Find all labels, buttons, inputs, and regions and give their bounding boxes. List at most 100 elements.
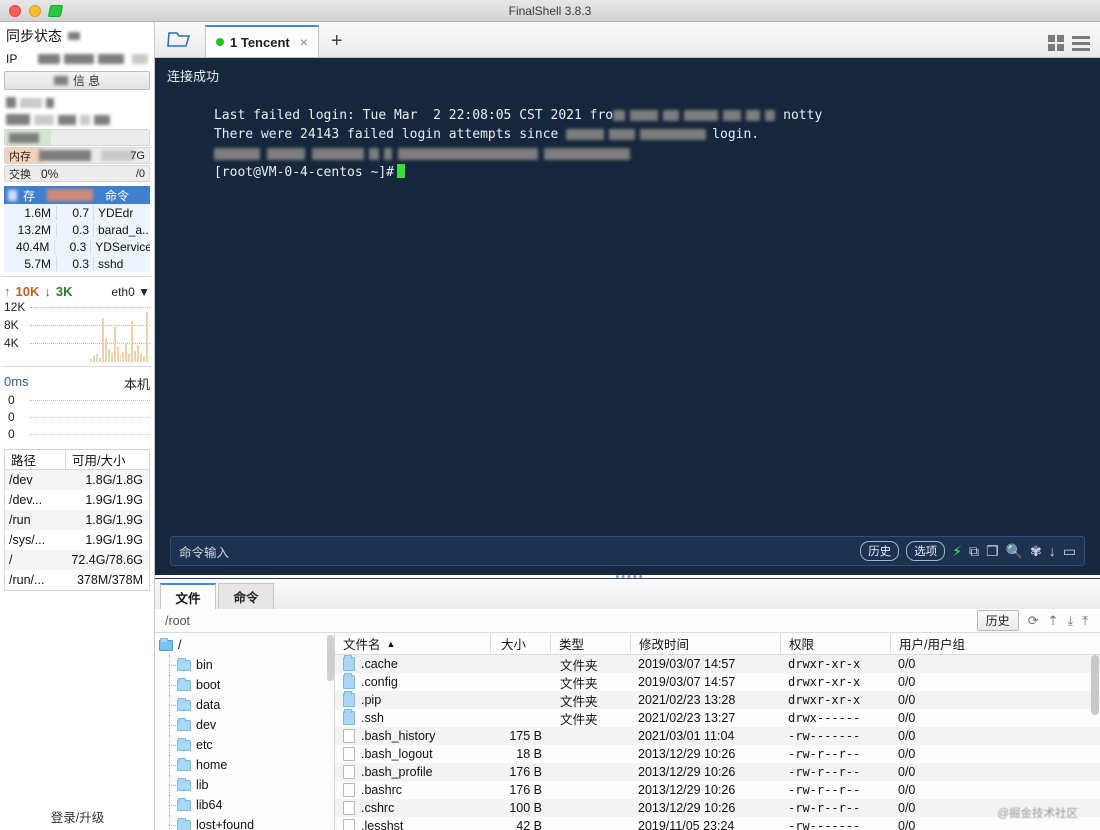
new-tab-button[interactable]: + (319, 30, 355, 57)
tree-node-lib[interactable]: lib (155, 775, 334, 795)
folder-icon (177, 697, 191, 711)
tree-node-etc[interactable]: etc (155, 735, 334, 755)
disk-row[interactable]: /dev... 1.9G/1.9G (5, 490, 149, 510)
search-icon[interactable]: 🔍 (1006, 544, 1023, 558)
trust-info-button[interactable]: 信 息 (4, 71, 150, 90)
hamburger-menu-icon[interactable] (1072, 35, 1090, 51)
window-title: FinalShell 3.8.3 (508, 3, 592, 18)
tree-node-lib64[interactable]: lib64 (155, 795, 334, 815)
process-row[interactable]: 13.2M 0.3 barad_a.. (4, 221, 150, 238)
column-header-mtime[interactable]: 修改时间 (630, 634, 780, 653)
redacted-ip-4 (132, 53, 148, 64)
file-row[interactable]: .bash_profile 176 B 2013/12/29 10:26 -rw… (335, 763, 1100, 781)
file-size: 176 B (509, 765, 542, 779)
process-cmd: sshd (98, 256, 124, 271)
tab-1-tencent[interactable]: 1 Tencent × (205, 25, 319, 57)
file-icon (343, 747, 355, 761)
download-icon[interactable]: ↓ (1049, 544, 1056, 558)
upload-icon[interactable]: ⤒ (1082, 613, 1088, 629)
window-icon[interactable]: ▭ (1063, 544, 1076, 558)
paste-icon[interactable]: ❐ (986, 544, 999, 558)
parent-directory-icon[interactable]: ⇡ (1048, 613, 1059, 629)
disk-usage: 1.8G/1.9G (85, 513, 143, 527)
column-header-perm[interactable]: 权限 (780, 634, 890, 653)
disk-row[interactable]: / 72.4G/78.6G (5, 550, 149, 570)
tree-node-data[interactable]: data (155, 695, 334, 715)
file-owner: 0/0 (898, 765, 916, 779)
file-mtime: 2021/03/01 11:04 (638, 729, 735, 743)
disk-row[interactable]: /sys/... 1.9G/1.9G (5, 530, 149, 550)
cpu-meter-label (9, 132, 39, 144)
tree-node-home[interactable]: home (155, 755, 334, 775)
path-bar[interactable]: /root 历史 ⟳ ⇡ ⤓ ⤒ (155, 609, 1100, 633)
file-perm: -rw-r--r-- (788, 783, 861, 797)
ip-label: IP (6, 51, 18, 66)
file-row[interactable]: .bash_history 175 B 2021/03/01 11:04 -rw… (335, 727, 1100, 745)
tab-commands[interactable]: 命令 (218, 583, 274, 609)
tree-node-boot[interactable]: boot (155, 675, 334, 695)
file-row[interactable]: .bash_logout 18 B 2013/12/29 10:26 -rw-r… (335, 745, 1100, 763)
redacted-ip-2 (64, 53, 94, 64)
tab-files[interactable]: 文件 (160, 583, 216, 609)
network-interface-select[interactable]: eth0 ▼ (111, 285, 150, 299)
file-list-scrollbar[interactable] (1091, 655, 1099, 715)
refresh-icon[interactable]: ⟳ (1028, 613, 1039, 629)
file-row[interactable]: .config 文件夹 2019/03/07 14:57 drwxr-xr-x … (335, 673, 1100, 691)
file-mtime: 2019/11/05 23:24 (638, 819, 735, 830)
command-input-bar[interactable]: 命令输入 历史 选项 ⚡ ⧉ ❐ 🔍 ✾ ↓ ▭ (170, 536, 1085, 566)
tree-scrollbar[interactable] (327, 635, 334, 681)
folder-icon (343, 655, 355, 671)
copy-icon[interactable]: ⧉ (969, 544, 979, 558)
open-folder-icon[interactable] (155, 21, 205, 57)
bolt-icon[interactable]: ⚡ (952, 544, 962, 558)
redacted-a (6, 97, 16, 108)
tree-node-dev[interactable]: dev (155, 715, 334, 735)
file-type: 文件夹 (560, 694, 598, 709)
history-button[interactable]: 历史 (860, 541, 900, 561)
disk-row[interactable]: /run/... 378M/378M (5, 570, 149, 590)
disk-path: / (9, 553, 13, 567)
disk-row[interactable]: /dev 1.8G/1.8G (5, 470, 149, 490)
download-icon[interactable]: ⤓ (1068, 613, 1074, 629)
file-history-button[interactable]: 历史 (976, 610, 1019, 631)
file-row[interactable]: .lesshst 42 B 2019/11/05 23:24 -rw------… (335, 817, 1100, 830)
column-header-name[interactable]: 文件名 ▲ (335, 634, 490, 653)
sync-status-section: 同步状态 (0, 22, 154, 50)
file-row[interactable]: .bashrc 176 B 2013/12/29 10:26 -rw-r--r-… (335, 781, 1100, 799)
process-row[interactable]: 5.7M 0.3 sshd (4, 255, 150, 272)
tree-node-label: / (178, 638, 182, 652)
process-mem: 1.6M (24, 205, 51, 220)
file-row[interactable]: .pip 文件夹 2021/02/23 13:28 drwxr-xr-x 0/0 (335, 691, 1100, 709)
process-row[interactable]: 40.4M 0.3 YDService (4, 238, 150, 255)
close-icon[interactable]: × (300, 34, 308, 50)
file-row[interactable]: .cshrc 100 B 2013/12/29 10:26 -rw-r--r--… (335, 799, 1100, 817)
tree-node-bin[interactable]: bin (155, 655, 334, 675)
column-header-size[interactable]: 大小 (490, 634, 550, 653)
folder-icon (177, 717, 191, 731)
options-button[interactable]: 选项 (906, 541, 946, 561)
grid-view-icon[interactable] (1048, 35, 1064, 51)
file-mtime: 2021/02/23 13:27 (638, 711, 736, 725)
file-name: .config (361, 675, 398, 689)
terminal-output[interactable]: 连接成功 Last failed login: Tue Mar 2 22:08:… (155, 58, 1100, 575)
file-mtime: 2019/03/07 14:57 (638, 675, 736, 689)
file-row[interactable]: .cache 文件夹 2019/03/07 14:57 drwxr-xr-x 0… (335, 655, 1100, 673)
file-name: .bash_logout (361, 747, 433, 761)
process-row[interactable]: 1.6M 0.7 YDEdr (4, 204, 150, 221)
disk-row[interactable]: /run 1.8G/1.9G (5, 510, 149, 530)
column-header-type[interactable]: 类型 (550, 634, 630, 653)
lat-y-label: 0 (8, 427, 15, 441)
disk-col-path: 路径 (11, 454, 37, 468)
bottom-panel: 文件 命令 /root 历史 ⟳ ⇡ ⤓ ⤒ / bin boot data d… (155, 578, 1100, 830)
file-row[interactable]: .ssh 文件夹 2021/02/23 13:27 drwx------ 0/0 (335, 709, 1100, 727)
net-y-label: 12K (4, 300, 26, 314)
folder-icon (177, 797, 191, 811)
tree-node-lostfound[interactable]: lost+found (155, 815, 334, 830)
file-owner: 0/0 (898, 729, 916, 743)
column-header-owner[interactable]: 用户/用户组 (890, 634, 980, 653)
login-upgrade-button[interactable]: 登录/升级 (0, 807, 155, 826)
tree-node-label: bin (196, 658, 213, 672)
tree-node-root[interactable]: / (155, 635, 334, 655)
gear-icon[interactable]: ✾ (1030, 544, 1042, 558)
file-owner: 0/0 (898, 675, 916, 689)
